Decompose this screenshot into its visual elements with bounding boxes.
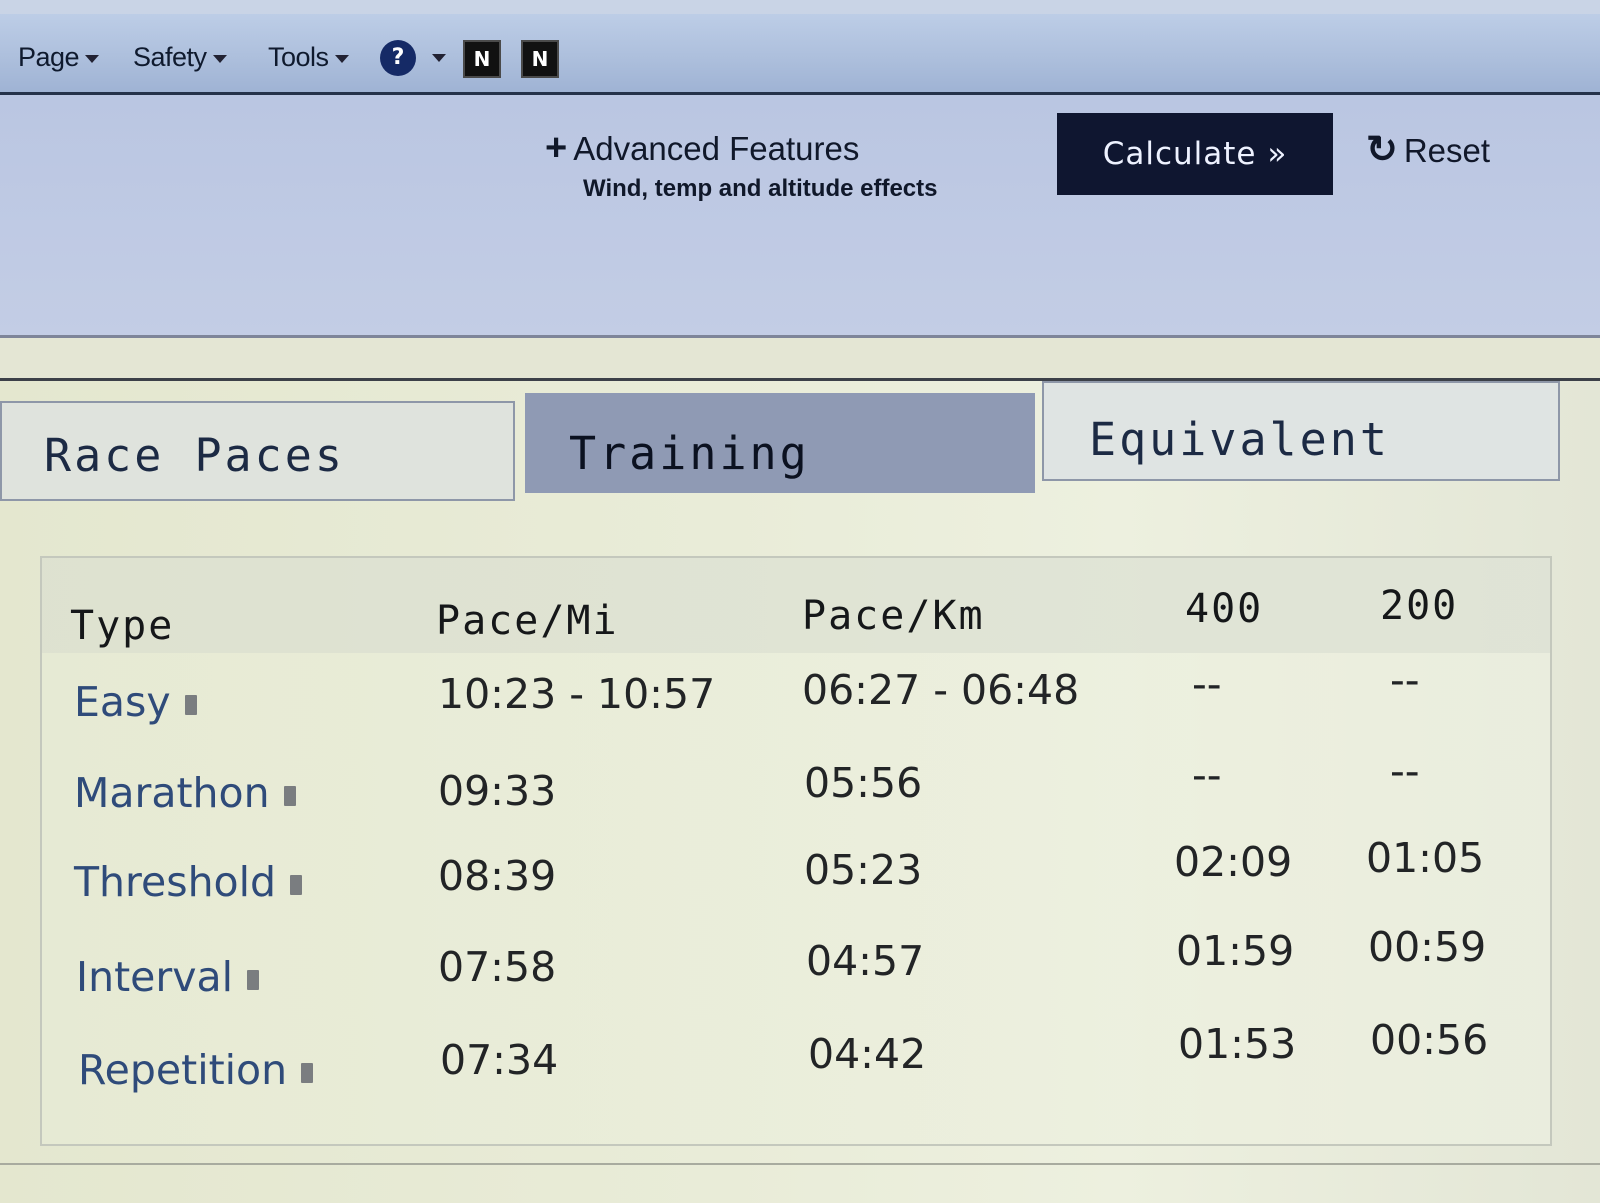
tab-label: Race Paces (44, 429, 345, 482)
pace-km-cell: 04:42 (808, 1030, 927, 1078)
tools-menu-label: Tools (268, 42, 329, 72)
tab-equivalent[interactable]: Equivalent (1042, 381, 1560, 481)
chevron-down-icon[interactable] (432, 54, 446, 62)
results-panel: Race Paces Training Equivalent Type Pace… (0, 378, 1600, 1203)
plus-icon: + (545, 127, 568, 169)
pace-mi-cell: 07:58 (438, 943, 557, 991)
pace-km-cell: 05:23 (804, 846, 923, 894)
pace-km-cell: 05:56 (804, 759, 923, 807)
pace-mi-cell: 10:23 - 10:57 (438, 670, 716, 718)
tab-training[interactable]: Training (525, 393, 1035, 493)
table-row: Easy 10:23 - 10:57 06:27 - 06:48 -- -- (42, 656, 1550, 762)
rep-200-cell: -- (1390, 747, 1420, 795)
column-header-pace-km: Pace/Km (802, 593, 985, 639)
table-row: Repetition 07:34 04:42 01:53 00:56 (42, 1016, 1550, 1140)
pace-mi-cell: 07:34 (440, 1036, 559, 1084)
rep-200-cell: 01:05 (1366, 834, 1485, 882)
reset-label: Reset (1403, 132, 1491, 169)
pace-km-cell: 04:57 (806, 937, 925, 985)
tab-race-paces[interactable]: Race Paces (0, 401, 515, 501)
training-pace-table: Type Pace/Mi Pace/Km 400 200 Easy 10:23 … (40, 556, 1552, 1146)
rep-400-cell: 01:53 (1178, 1020, 1297, 1068)
info-icon[interactable] (247, 970, 260, 990)
page-menu-label: Page (18, 42, 80, 72)
column-header-pace-mi: Pace/Mi (436, 598, 619, 644)
type-label: Repetition (78, 1046, 288, 1094)
rep-200-cell: -- (1390, 656, 1420, 704)
reset-icon: ↻ (1366, 129, 1398, 171)
table-row: Marathon 09:33 05:56 -- -- (42, 747, 1550, 855)
type-link-marathon[interactable]: Marathon (74, 769, 296, 817)
favorites-bar-strip (0, 0, 1600, 14)
table-row: Threshold 08:39 05:23 02:09 01:05 (42, 834, 1550, 950)
chevron-down-icon (85, 54, 100, 63)
advanced-features-subtitle: Wind, temp and altitude effects (583, 175, 938, 202)
browser-command-bar: Page Safety Tools ? N N (0, 0, 1600, 95)
type-link-repetition[interactable]: Repetition (78, 1046, 314, 1094)
advanced-features-toggle[interactable]: + Advanced Features (545, 127, 859, 170)
safety-menu-label: Safety (133, 42, 207, 72)
type-label: Easy (74, 678, 171, 726)
rep-200-cell: 00:59 (1368, 923, 1487, 971)
advanced-features-label: Advanced Features (573, 130, 860, 167)
tab-label: Training (569, 427, 810, 480)
column-header-200: 200 (1380, 583, 1459, 629)
tools-menu[interactable]: Tools (268, 42, 349, 73)
tab-label: Equivalent (1089, 413, 1390, 466)
type-label: Interval (76, 953, 234, 1001)
chevron-down-icon (212, 54, 227, 63)
safety-menu[interactable]: Safety (133, 42, 227, 73)
pace-mi-cell: 09:33 (438, 767, 557, 815)
calculate-button[interactable]: Calculate » (1057, 113, 1333, 195)
info-icon[interactable] (283, 786, 296, 806)
pace-mi-cell: 08:39 (438, 852, 557, 900)
rep-400-cell: -- (1192, 751, 1222, 799)
rep-200-cell: 00:56 (1370, 1016, 1489, 1064)
column-header-400: 400 (1185, 586, 1264, 632)
reset-button[interactable]: ↻ Reset (1366, 127, 1490, 172)
info-icon[interactable] (184, 695, 197, 715)
chevron-down-icon (334, 54, 349, 63)
type-link-easy[interactable]: Easy (74, 678, 197, 726)
pace-km-cell: 06:27 - 06:48 (802, 666, 1080, 714)
type-link-threshold[interactable]: Threshold (74, 858, 303, 906)
panel-divider (0, 1163, 1600, 1165)
rep-400-cell: -- (1192, 660, 1222, 708)
column-header-type: Type (70, 603, 175, 649)
table-row: Interval 07:58 04:57 01:59 00:59 (42, 923, 1550, 1045)
rep-400-cell: 01:59 (1176, 927, 1295, 975)
type-link-interval[interactable]: Interval (76, 953, 260, 1001)
rep-400-cell: 02:09 (1174, 838, 1293, 886)
type-label: Threshold (74, 858, 277, 906)
info-icon[interactable] (301, 1063, 314, 1083)
help-icon[interactable]: ? (380, 40, 416, 76)
onenote-icon[interactable]: N (463, 40, 501, 78)
onenote-linked-icon[interactable]: N (521, 40, 559, 78)
type-label: Marathon (74, 769, 270, 817)
page-menu[interactable]: Page (18, 42, 100, 73)
table-header: Type Pace/Mi Pace/Km 400 200 (42, 558, 1550, 653)
calculator-actions: + Advanced Features Wind, temp and altitu… (0, 95, 1600, 338)
info-icon[interactable] (290, 875, 303, 895)
